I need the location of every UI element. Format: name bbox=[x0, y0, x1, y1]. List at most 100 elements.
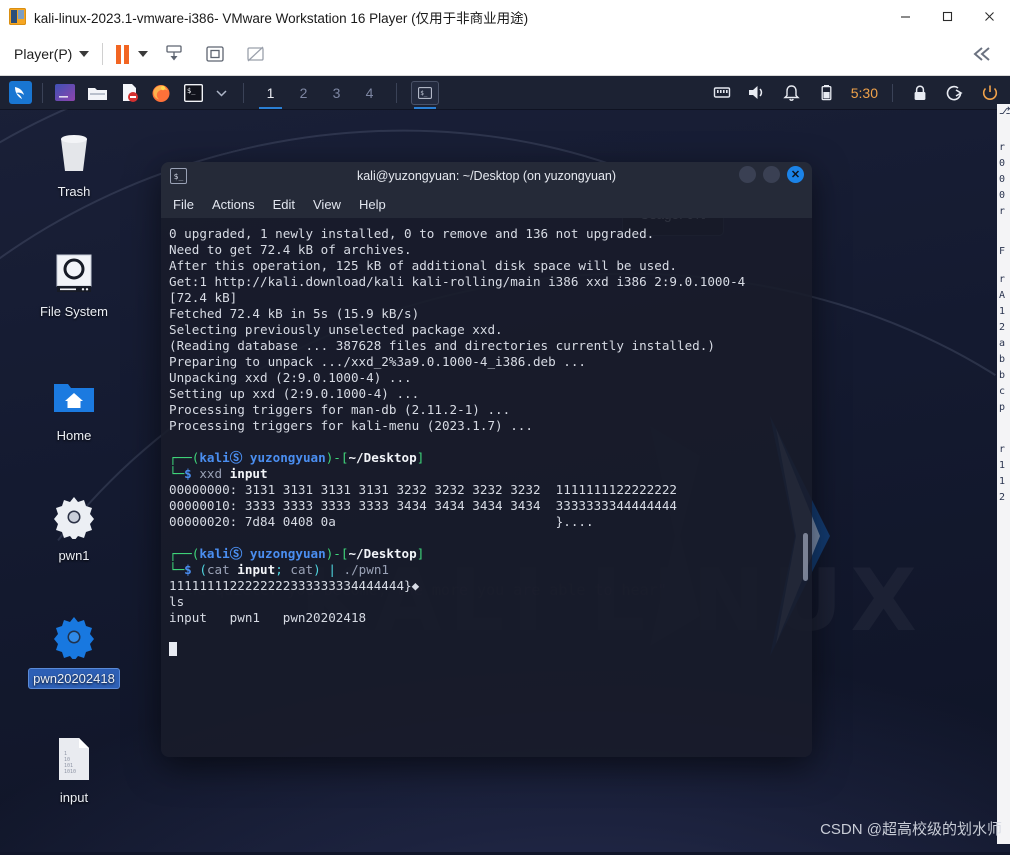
desktop-icon-pwn20202418[interactable]: pwn20202418 bbox=[26, 612, 122, 689]
player-menu-button[interactable]: Player(P) bbox=[14, 46, 90, 62]
terminal-line: Setting up xxd (2:9.0.1000-4) ... bbox=[169, 386, 420, 401]
cmd-cat-2: cat bbox=[290, 562, 314, 577]
vmware-icon bbox=[9, 8, 26, 25]
terminal-cursor-line bbox=[166, 642, 812, 658]
terminal-command-line-2: └─$ (cat input; cat) | ./pwn1 bbox=[169, 562, 390, 577]
workspace-4-button[interactable]: 4 bbox=[353, 76, 386, 109]
text-editor-icon[interactable] bbox=[117, 81, 141, 105]
background-window-line: r bbox=[999, 444, 1006, 455]
terminal-line: 0 upgraded, 1 newly installed, 0 to remo… bbox=[169, 226, 655, 241]
prompt-path: ~/Desktop bbox=[348, 450, 417, 465]
menu-help[interactable]: Help bbox=[359, 197, 386, 212]
terminal-title-bar[interactable]: $_ kali@yuzongyuan: ~/Desktop (on yuzong… bbox=[161, 162, 812, 190]
network-icon[interactable] bbox=[710, 81, 734, 105]
terminal-line: Need to get 72.4 kB of archives. bbox=[169, 242, 412, 257]
collapse-toolbar-button[interactable] bbox=[970, 45, 994, 63]
prompt-user: kali bbox=[199, 450, 230, 465]
background-window[interactable]: ⎇ r 0 0 0 r F r A 1 2 a b b c p r 1 1 2 bbox=[997, 104, 1010, 844]
close-button[interactable] bbox=[968, 0, 1010, 33]
desktop-icon-label: input bbox=[59, 790, 89, 805]
kali-dragon-logo[interactable] bbox=[9, 81, 32, 104]
launcher-chevron-down-icon[interactable] bbox=[213, 81, 229, 105]
unity-mode-button[interactable] bbox=[241, 39, 271, 69]
screen-root: kali-linux-2023.1-vmware-i386- VMware Wo… bbox=[0, 0, 1010, 855]
background-window-line: 2 bbox=[999, 322, 1006, 333]
file-system-icon bbox=[49, 248, 99, 298]
background-window-line: b bbox=[999, 354, 1006, 365]
terminal-window-title: kali@yuzongyuan: ~/Desktop (on yuzongyua… bbox=[356, 169, 617, 183]
pause-chevron-down-icon[interactable] bbox=[138, 51, 149, 57]
file-manager-icon[interactable] bbox=[85, 81, 109, 105]
terminal-output-area[interactable]: 0 upgraded, 1 newly installed, 0 to remo… bbox=[161, 218, 812, 757]
send-ctrl-alt-del-button[interactable] bbox=[159, 39, 189, 69]
home-folder-icon bbox=[49, 372, 99, 422]
notification-bell-icon[interactable] bbox=[780, 81, 804, 105]
terminal-line: Processing triggers for kali-menu (2023.… bbox=[169, 418, 533, 433]
minimize-button[interactable] bbox=[739, 166, 756, 183]
terminal-scrollbar[interactable] bbox=[803, 533, 808, 581]
logout-icon[interactable] bbox=[943, 81, 967, 105]
desktop-icon-label: Home bbox=[56, 428, 92, 443]
menu-view[interactable]: View bbox=[313, 197, 341, 212]
desktop-icon-label: Trash bbox=[57, 184, 91, 199]
volume-icon[interactable] bbox=[745, 81, 769, 105]
background-window-line: A bbox=[999, 290, 1006, 301]
desktop-icon-label: pwn20202418 bbox=[28, 668, 120, 689]
pause-button[interactable] bbox=[116, 44, 130, 64]
guest-screen: KALI LINUX "the quieter you become, the … bbox=[0, 76, 1010, 855]
player-menu-label: Player(P) bbox=[14, 46, 73, 62]
power-icon[interactable] bbox=[978, 81, 1002, 105]
maximize-button[interactable] bbox=[763, 166, 780, 183]
svg-text:$_: $_ bbox=[187, 87, 196, 95]
panel-divider-3 bbox=[396, 82, 397, 103]
terminal-line: Unpacking xxd (2:9.0.1000-4) ... bbox=[169, 370, 412, 385]
terminal-line: 1111111122222222333333334444444}◆ bbox=[169, 578, 420, 593]
background-window-line: 0 bbox=[999, 158, 1006, 169]
panel-divider bbox=[42, 82, 43, 103]
panel-divider-4 bbox=[892, 83, 893, 102]
executable-gear-blue-icon bbox=[49, 612, 99, 662]
desktop-icon-home[interactable]: Home bbox=[26, 372, 122, 443]
command-name: xxd bbox=[199, 466, 223, 481]
terminal-line: input pwn1 pwn20202418 bbox=[169, 610, 367, 625]
terminal-icon[interactable]: $_ bbox=[181, 81, 205, 105]
terminal-command-line-1: └─$ xxd input bbox=[169, 466, 268, 481]
workspace-1-button[interactable]: 1 bbox=[254, 76, 287, 109]
terminal-prompt-line-1: ┌──(kaliⓈ yuzongyuan)-[~/Desktop] bbox=[169, 450, 425, 465]
panel-divider-2 bbox=[243, 82, 244, 103]
terminal-window-button[interactable]: $_ bbox=[411, 80, 439, 109]
trash-icon bbox=[49, 128, 99, 178]
minimize-button[interactable] bbox=[884, 0, 926, 33]
enter-fullscreen-button[interactable] bbox=[200, 39, 230, 69]
menu-actions[interactable]: Actions bbox=[212, 197, 255, 212]
prompt-host: yuzongyuan bbox=[249, 450, 326, 465]
background-window-line: ⎇ bbox=[999, 106, 1010, 117]
terminal-menu-bar: File Actions Edit View Help bbox=[161, 190, 812, 218]
desktop-icon-pwn1[interactable]: pwn1 bbox=[26, 492, 122, 563]
battery-icon[interactable] bbox=[815, 81, 839, 105]
menu-edit[interactable]: Edit bbox=[273, 197, 295, 212]
background-window-line: 0 bbox=[999, 174, 1006, 185]
workspace-2-button[interactable]: 2 bbox=[287, 76, 320, 109]
background-window-line: r bbox=[999, 206, 1006, 217]
close-button[interactable]: ✕ bbox=[787, 166, 804, 183]
text-cursor bbox=[169, 642, 177, 656]
cmd-semicolon: ; bbox=[275, 562, 283, 577]
desktop-icon-label: File System bbox=[40, 304, 108, 319]
background-window-line: 1 bbox=[999, 460, 1006, 471]
background-window-line: 1 bbox=[999, 476, 1006, 487]
panel-clock[interactable]: 5:30 bbox=[851, 85, 878, 101]
desktop-icon-file-system[interactable]: File System bbox=[26, 248, 122, 319]
maximize-button[interactable] bbox=[926, 0, 968, 33]
kali-top-panel: $_ 1 2 3 4 $_ 5:30 bbox=[0, 76, 1010, 109]
cmd-cat-1: cat bbox=[206, 562, 230, 577]
desktop-icon-input[interactable]: 1 10 101 1010 input bbox=[26, 734, 122, 805]
desktop-icon-trash[interactable]: Trash bbox=[26, 128, 122, 199]
firefox-icon[interactable] bbox=[149, 81, 173, 105]
workspace-3-button[interactable]: 3 bbox=[320, 76, 353, 109]
lock-screen-icon[interactable] bbox=[908, 81, 932, 105]
applications-launcher-icon[interactable] bbox=[53, 81, 77, 105]
menu-file[interactable]: File bbox=[173, 197, 194, 212]
prompt-path: ~/Desktop bbox=[348, 546, 417, 561]
xxd-output-line: 00000020: 7d84 0408 0a }.... bbox=[169, 514, 594, 529]
